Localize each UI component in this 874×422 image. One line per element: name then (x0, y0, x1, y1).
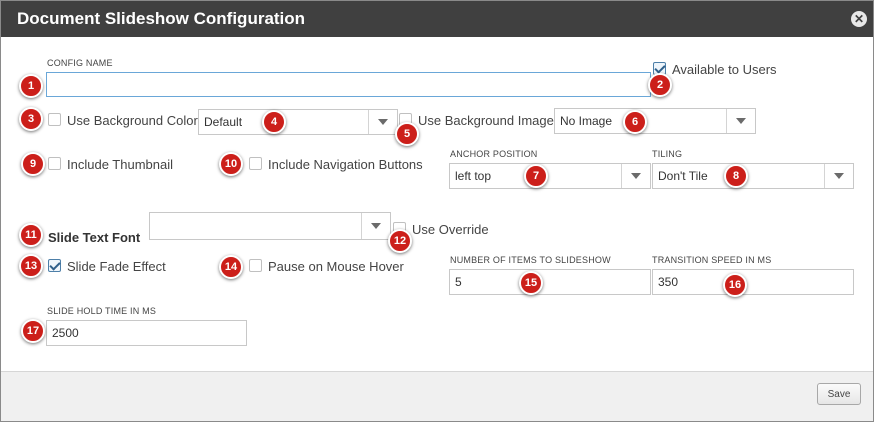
annotation-badge: 9 (21, 152, 45, 176)
slide-hold-time-input[interactable] (46, 320, 247, 346)
config-name-input[interactable] (46, 72, 651, 97)
use-background-color-checkbox[interactable] (48, 113, 61, 126)
anchor-position-value: left top (455, 169, 492, 183)
save-button[interactable]: Save (817, 383, 861, 405)
chevron-down-icon (726, 109, 755, 133)
use-override-label: Use Override (412, 222, 489, 237)
annotation-badge: 13 (19, 254, 43, 278)
chevron-down-icon (621, 164, 650, 188)
background-image-select[interactable]: No Image (554, 108, 756, 134)
annotation-badge: 7 (524, 164, 548, 188)
annotation-badge: 11 (19, 223, 43, 247)
use-background-image-label: Use Background Image (418, 113, 554, 128)
annotation-badge: 16 (723, 273, 747, 297)
include-thumbnail-checkbox[interactable] (48, 157, 61, 170)
annotation-badge: 2 (648, 73, 672, 97)
transition-speed-label: TRANSITION SPEED IN MS (652, 255, 772, 265)
background-color-select[interactable]: Default (198, 109, 398, 135)
dialog-footer: Save (1, 371, 873, 421)
pause-on-mouse-hover-checkbox[interactable] (249, 259, 262, 272)
items-to-slideshow-input[interactable] (449, 269, 651, 295)
annotation-badge: 6 (623, 110, 647, 134)
use-background-color-label: Use Background Color (67, 113, 198, 128)
anchor-position-select[interactable]: left top (449, 163, 651, 189)
dialog-titlebar: Document Slideshow Configuration ✕ (1, 1, 873, 37)
annotation-badge: 4 (262, 110, 286, 134)
slide-text-font-select[interactable] (149, 212, 391, 240)
dialog-title: Document Slideshow Configuration (17, 9, 306, 28)
include-navigation-buttons-label: Include Navigation Buttons (268, 157, 423, 172)
transition-speed-input[interactable] (652, 269, 854, 295)
tiling-label: TILING (652, 149, 683, 159)
include-thumbnail-label: Include Thumbnail (67, 157, 173, 172)
chevron-down-icon (368, 110, 397, 134)
annotation-badge: 3 (19, 107, 43, 131)
slide-hold-time-label: SLIDE HOLD TIME IN MS (47, 306, 157, 316)
tiling-select[interactable]: Don't Tile (652, 163, 854, 189)
annotation-badge: 15 (519, 271, 543, 295)
annotation-badge: 17 (21, 319, 45, 343)
available-to-users-label: Available to Users (672, 62, 777, 77)
annotation-badge: 1 (19, 74, 43, 98)
background-color-value: Default (204, 115, 243, 129)
close-icon[interactable]: ✕ (851, 11, 867, 27)
slideshow-config-dialog: Document Slideshow Configuration ✕ CONFI… (0, 0, 874, 422)
annotation-badge: 8 (724, 164, 748, 188)
tiling-value: Don't Tile (658, 169, 708, 183)
annotation-badge: 5 (395, 122, 419, 146)
slide-fade-effect-label: Slide Fade Effect (67, 259, 166, 274)
pause-on-mouse-hover-label: Pause on Mouse Hover (268, 259, 404, 274)
chevron-down-icon (361, 213, 390, 239)
slide-fade-effect-checkbox[interactable] (48, 259, 61, 272)
items-to-slideshow-label: NUMBER OF ITEMS TO SLIDESHOW (450, 255, 611, 265)
chevron-down-icon (824, 164, 853, 188)
annotation-badge: 12 (388, 229, 412, 253)
anchor-position-label: ANCHOR POSITION (450, 149, 538, 159)
background-image-value: No Image (560, 114, 613, 128)
annotation-badge: 14 (219, 255, 243, 279)
config-name-label: CONFIG NAME (47, 58, 113, 68)
include-navigation-buttons-checkbox[interactable] (249, 157, 262, 170)
slide-text-font-label: Slide Text Font (48, 230, 141, 245)
annotation-badge: 10 (219, 152, 243, 176)
